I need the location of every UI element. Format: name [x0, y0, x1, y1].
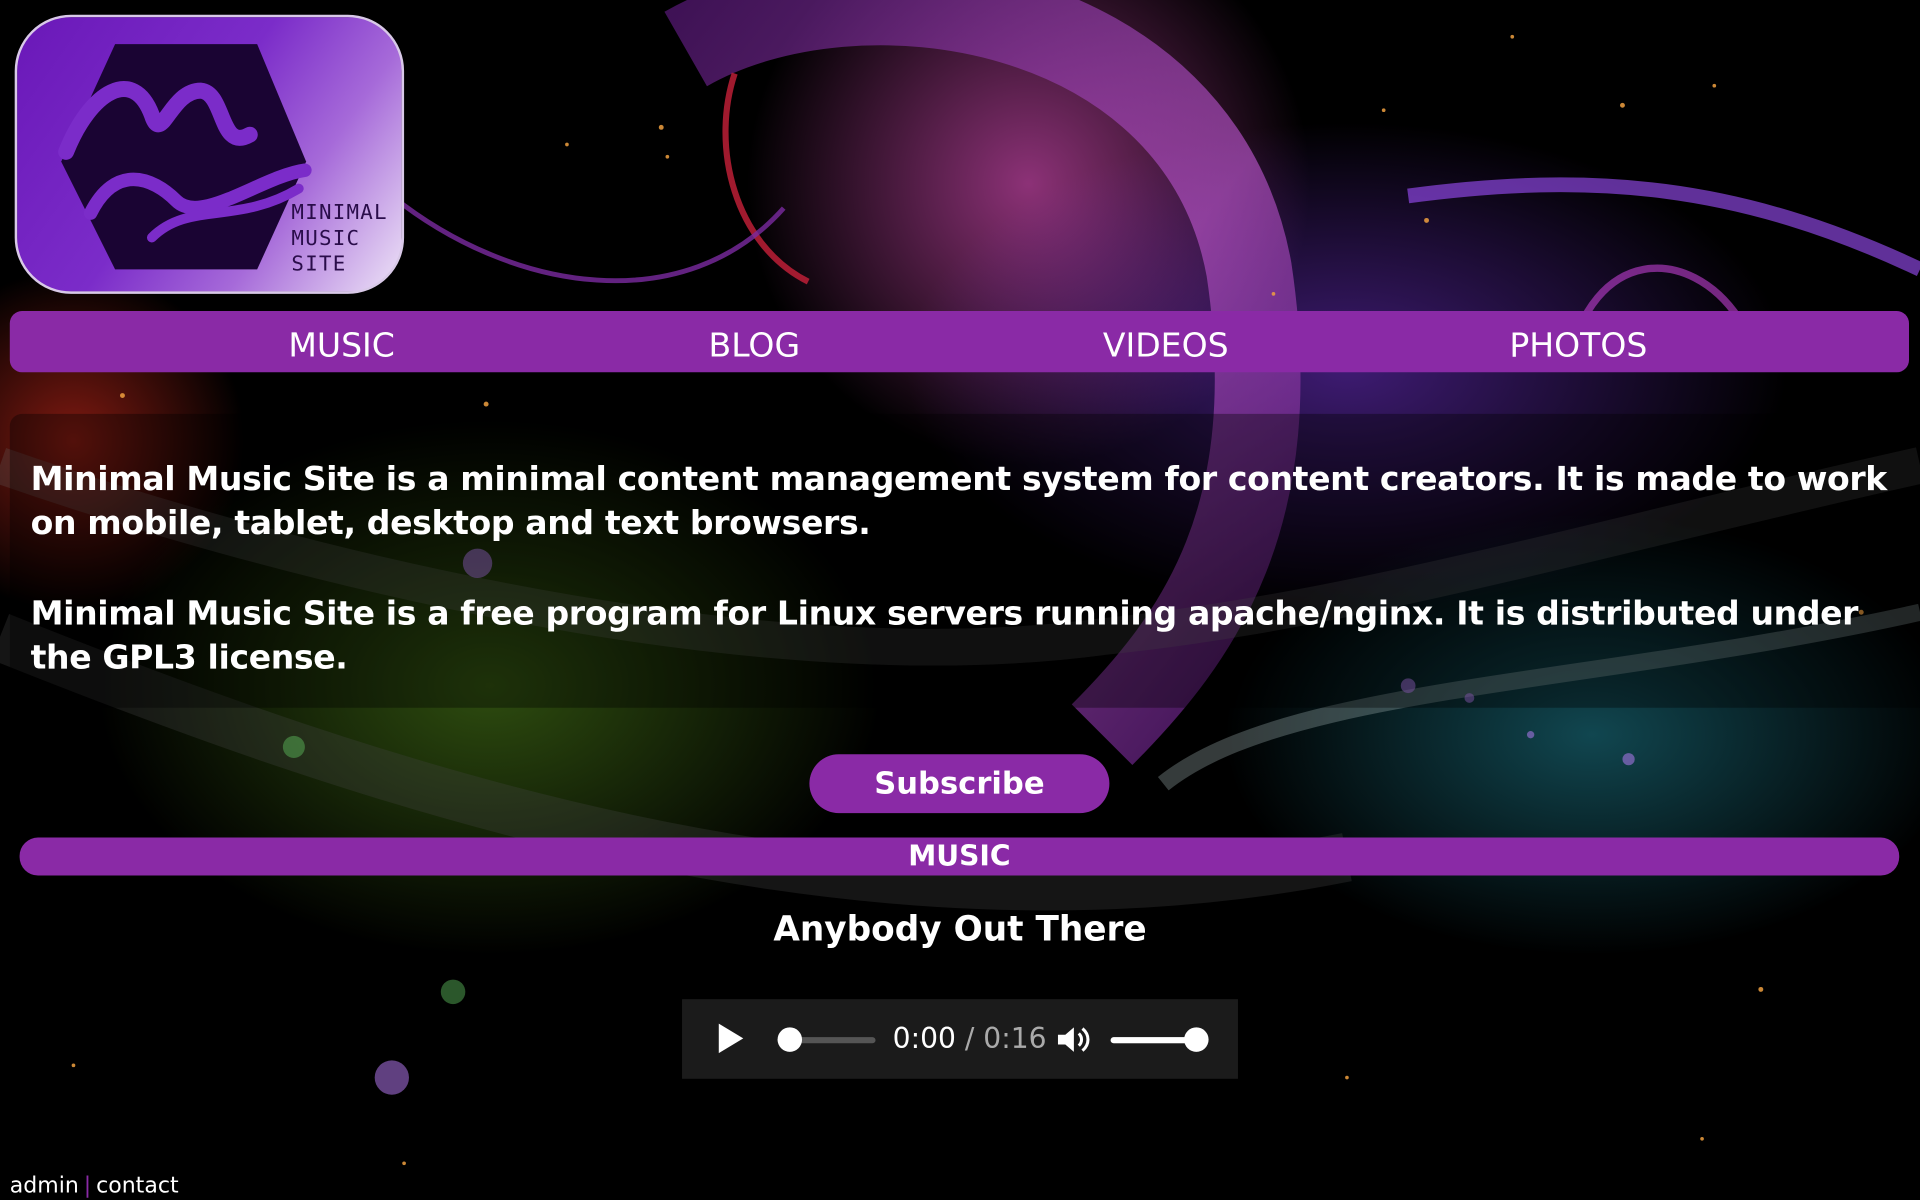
time-separator: /: [955, 1023, 984, 1056]
nav-item-photos[interactable]: PHOTOS: [1419, 311, 1737, 372]
logo-line-2: MUSIC: [291, 226, 361, 252]
progress-slider[interactable]: [777, 1026, 876, 1053]
subscribe-button[interactable]: Subscribe: [809, 754, 1110, 814]
volume-icon[interactable]: [1056, 1022, 1093, 1056]
audio-player: 0:00 / 0:16: [682, 999, 1238, 1079]
footer: admin | contact: [10, 1173, 179, 1199]
volume-knob[interactable]: [1184, 1027, 1209, 1052]
footer-separator: |: [83, 1173, 92, 1199]
logo-line-1: MINIMAL: [291, 200, 388, 226]
nav-item-music[interactable]: MUSIC: [182, 311, 500, 372]
nav-item-blog[interactable]: BLOG: [595, 311, 913, 372]
duration: 0:16: [983, 1023, 1047, 1056]
logo-text: MINIMAL MUSIC SITE: [291, 201, 387, 278]
logo-line-3: SITE: [291, 252, 347, 277]
progress-knob[interactable]: [777, 1027, 803, 1052]
track-title: Anybody Out There: [773, 908, 1147, 949]
volume-slider[interactable]: [1110, 1026, 1209, 1053]
admin-link[interactable]: admin: [10, 1173, 79, 1199]
site-logo[interactable]: MINIMAL MUSIC SITE: [14, 14, 405, 294]
main-nav: MUSIC BLOG VIDEOS PHOTOS: [9, 311, 1909, 373]
time-display: 0:00 / 0:16: [893, 1024, 1047, 1056]
contact-link[interactable]: contact: [96, 1173, 178, 1199]
music-section-header: MUSIC: [19, 837, 1900, 876]
nav-item-videos[interactable]: VIDEOS: [1007, 311, 1325, 372]
page: MINIMAL MUSIC SITE MUSIC BLOG VIDEOS PHO…: [0, 0, 1920, 1200]
intro-paragraph-2: Minimal Music Site is a free program for…: [30, 595, 1859, 678]
play-icon[interactable]: [714, 1021, 748, 1055]
current-time: 0:00: [892, 1023, 956, 1056]
intro-paragraph-1: Minimal Music Site is a minimal content …: [30, 460, 1888, 543]
